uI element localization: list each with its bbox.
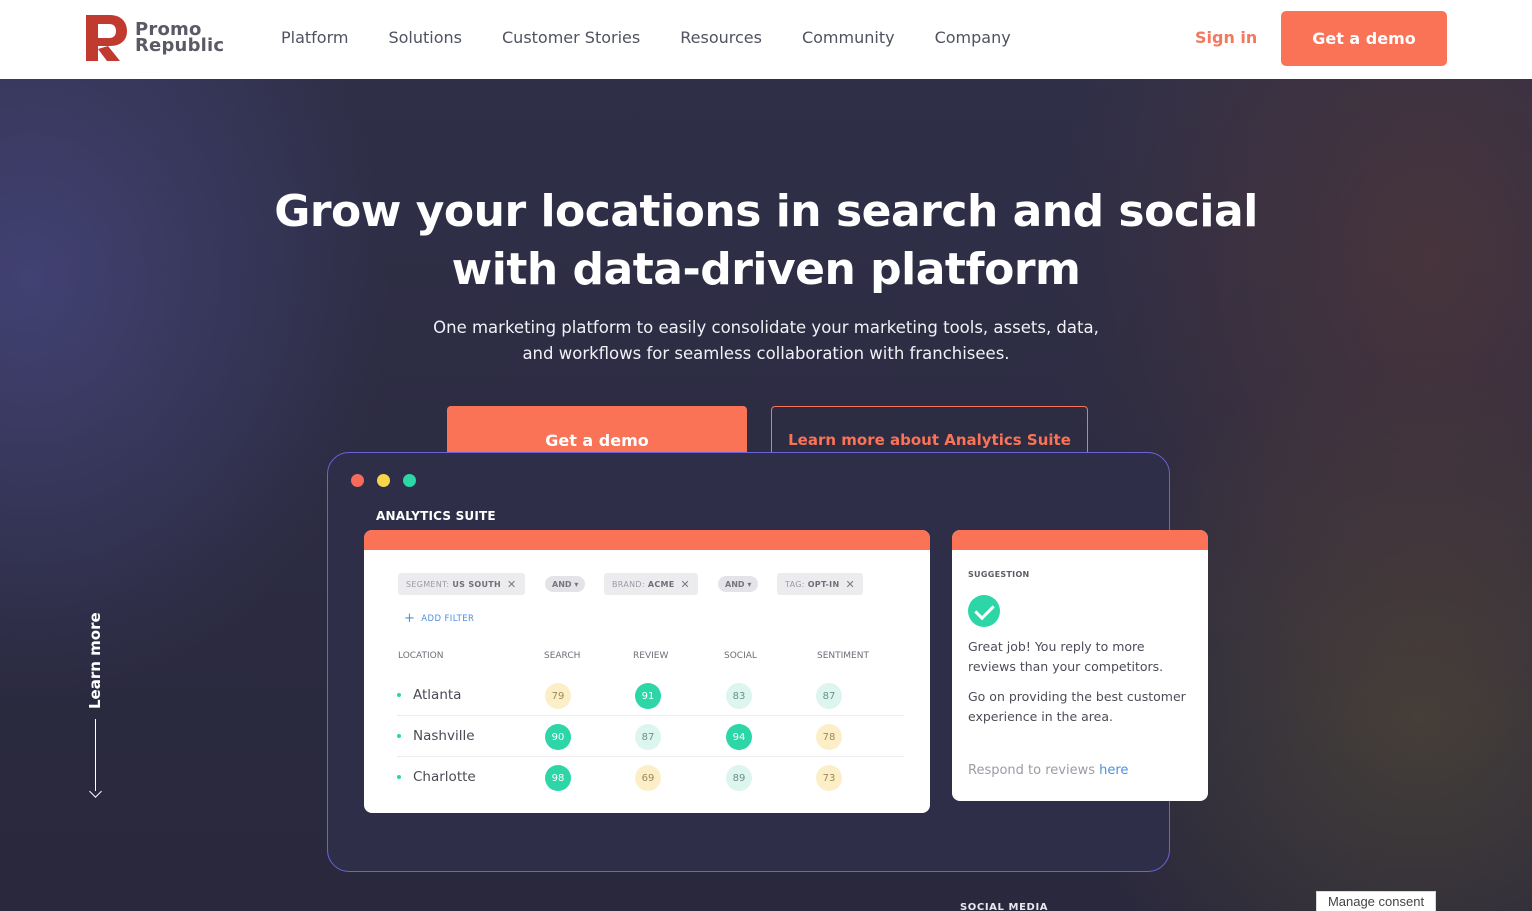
filter-value: ACME — [647, 579, 675, 589]
nav-platform[interactable]: Platform — [281, 28, 348, 47]
top-navbar: Promo Republic Platform Solutions Custom… — [0, 0, 1532, 79]
suggestion-advice: Go on providing the best customer experi… — [968, 689, 1186, 724]
column-header-search: SEARCH — [544, 651, 581, 661]
window-minimize-dot-icon — [377, 474, 390, 487]
and-operator[interactable]: AND ▾ — [718, 576, 759, 592]
location-scores-card: SEGMENT: US SOUTH ✕ AND ▾ BRAND: ACME ✕ AND … — [364, 530, 930, 813]
card-accent-bar — [364, 530, 930, 550]
hero-subtitle-line-2: and workflows for seamless collaboration… — [522, 344, 1010, 363]
column-header-sentiment: SENTIMENT — [817, 651, 869, 661]
nav-solutions[interactable]: Solutions — [388, 28, 462, 47]
filter-key: SEGMENT: — [406, 579, 450, 589]
window-close-dot-icon — [351, 474, 364, 487]
search-score: 79 — [545, 683, 571, 709]
add-filter-label: ADD FILTER — [421, 614, 475, 624]
column-header-social: SOCIAL — [724, 651, 757, 661]
nav-resources[interactable]: Resources — [680, 28, 762, 47]
hero-title-line-2: with data-driven platform — [451, 244, 1081, 295]
table-row[interactable]: Nashville 90 87 94 78 — [397, 717, 904, 757]
main-nav: Platform Solutions Customer Stories Reso… — [281, 28, 1051, 47]
suggestion-label: SUGGESTION — [968, 570, 1030, 579]
check-circle-icon — [968, 595, 1000, 627]
respond-prefix: Respond to reviews — [968, 763, 1100, 778]
status-dot-icon — [397, 693, 401, 697]
card-accent-bar — [952, 530, 1208, 550]
social-score: 89 — [726, 765, 752, 791]
filter-chip-segment[interactable]: SEGMENT: US SOUTH ✕ — [398, 573, 525, 595]
filter-chip-brand[interactable]: BRAND: ACME ✕ — [604, 573, 699, 595]
sentiment-score: 73 — [816, 765, 842, 791]
table-row[interactable]: Charlotte 98 69 89 73 — [397, 758, 904, 798]
column-header-location: LOCATION — [398, 651, 444, 661]
location-name: Nashville — [413, 728, 475, 744]
nav-get-demo-button[interactable]: Get a demo — [1281, 11, 1447, 66]
filter-value: US SOUTH — [452, 579, 502, 589]
logo-word-republic: Republic — [135, 35, 225, 56]
social-score: 94 — [726, 724, 752, 750]
window-maximize-dot-icon — [403, 474, 416, 487]
social-score: 83 — [726, 683, 752, 709]
learn-more-label: Learn more — [86, 612, 104, 709]
promorepublic-logo[interactable]: Promo Republic — [86, 15, 224, 61]
and-operator[interactable]: AND ▾ — [545, 576, 586, 592]
sign-in-link[interactable]: Sign in — [1195, 28, 1257, 47]
logo-wordmark: Promo Republic — [135, 21, 225, 56]
hero-title-line-1: Grow your locations in search and social — [274, 186, 1258, 237]
nav-customer-stories[interactable]: Customer Stories — [502, 28, 640, 47]
filter-key: BRAND: — [612, 579, 645, 589]
add-filter-button[interactable]: + ADD FILTER — [404, 611, 474, 626]
filter-value: OPT-IN — [807, 579, 840, 589]
review-score: 91 — [635, 683, 661, 709]
status-dot-icon — [397, 775, 401, 779]
search-score: 98 — [545, 765, 571, 791]
hero-subtitle: One marketing platform to easily consoli… — [366, 315, 1166, 367]
nav-community[interactable]: Community — [802, 28, 895, 47]
hero-subtitle-line-1: One marketing platform to easily consoli… — [433, 318, 1099, 337]
remove-filter-icon[interactable]: ✕ — [507, 578, 517, 591]
remove-filter-icon[interactable]: ✕ — [681, 578, 691, 591]
plus-icon: + — [404, 611, 416, 626]
respond-to-reviews: Respond to reviews here — [968, 763, 1128, 778]
suggestion-card: SUGGESTION Great job! You reply to more … — [952, 530, 1208, 801]
location-name: Charlotte — [413, 769, 476, 785]
respond-here-link[interactable]: here — [1099, 763, 1128, 778]
suggestion-message: Great job! You reply to more reviews tha… — [968, 639, 1164, 674]
status-dot-icon — [397, 734, 401, 738]
column-header-review: REVIEW — [633, 651, 669, 661]
nav-company[interactable]: Company — [935, 28, 1011, 47]
filter-chip-tag[interactable]: TAG: OPT-IN ✕ — [777, 573, 863, 595]
remove-filter-icon[interactable]: ✕ — [845, 578, 855, 591]
hero-title: Grow your locations in search and social… — [266, 183, 1266, 299]
analytics-suite-title: ANALYTICS SUITE — [376, 509, 496, 523]
review-score: 69 — [635, 765, 661, 791]
social-media-section-label: SOCIAL MEDIA — [960, 902, 1049, 911]
logo-mark-icon — [86, 15, 128, 61]
sentiment-score: 87 — [816, 683, 842, 709]
manage-consent-button[interactable]: Manage consent — [1316, 891, 1436, 911]
review-score: 87 — [635, 724, 661, 750]
table-row[interactable]: Atlanta 79 91 83 87 — [397, 676, 904, 716]
filter-key: TAG: — [785, 579, 805, 589]
location-name: Atlanta — [413, 687, 462, 703]
arrow-down-icon — [89, 785, 102, 798]
search-score: 90 — [545, 724, 571, 750]
learn-more-scroll[interactable]: Learn more — [80, 609, 112, 799]
sentiment-score: 78 — [816, 724, 842, 750]
scroll-line — [95, 719, 96, 791]
